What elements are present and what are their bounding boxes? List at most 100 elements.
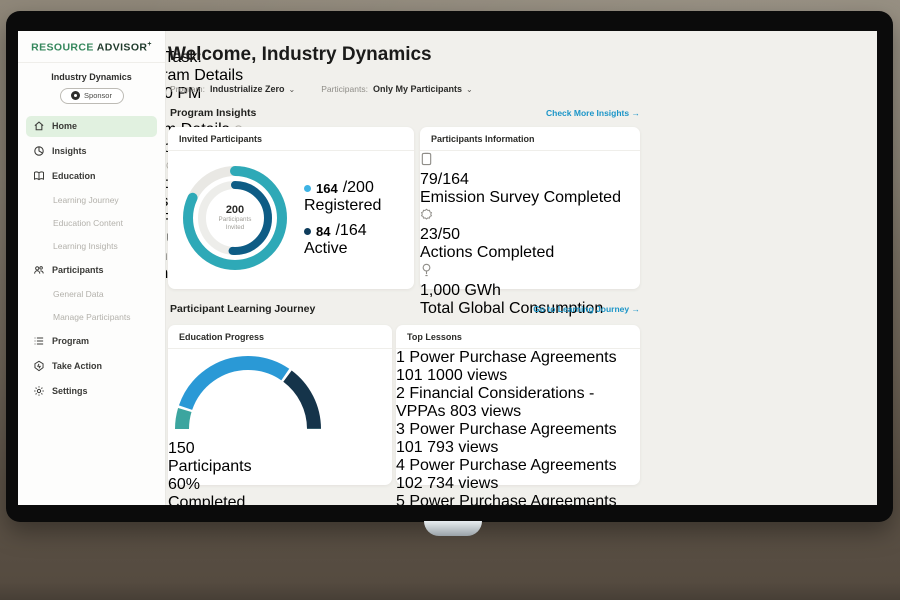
sidebar-item-label: Insights: [52, 146, 87, 156]
card-title: Education Progress: [168, 325, 392, 349]
stat-value: 1,000 GWh: [420, 282, 640, 300]
sidebar-item-education[interactable]: Education: [26, 166, 157, 187]
invited-donut-chart: 200 Participants Invited: [176, 159, 294, 277]
logo-plus: +: [147, 41, 152, 48]
views-suffix: views: [481, 403, 521, 420]
views-suffix: views: [458, 439, 498, 456]
sidebar-item-label: Learning Journey: [53, 195, 119, 205]
organization-name: Industry Dynamics: [18, 72, 165, 82]
sidebar-item-label: Education Content: [53, 218, 123, 228]
take-action-icon: [33, 360, 45, 372]
top-lessons-card: Top Lessons 1 Power Purchase Agreements …: [396, 325, 640, 485]
legend-completed: 60%Completed: [168, 476, 392, 505]
gauge-legend: 60%Completed 30%Pending 10%Not Started: [168, 476, 392, 505]
monitor: RESOURCE ADVISOR+ Industry Dynamics Spon…: [6, 11, 893, 522]
stat-emission-survey: 79/164 Emission Survey Completed: [420, 151, 640, 207]
sidebar-item-label: Education: [52, 171, 96, 181]
participants-label: Participants:: [321, 84, 368, 94]
stat-actions: 23/50 Actions Completed: [420, 207, 640, 262]
program-label: Program:: [170, 84, 205, 94]
sidebar-item-insights[interactable]: Insights: [26, 141, 157, 162]
stat-value: 79/164: [420, 171, 640, 189]
sidebar-item-home[interactable]: Home: [26, 116, 157, 137]
lesson-row: 1 Power Purchase Agreements 101 1000 vie…: [396, 349, 640, 385]
sidebar-item-participants[interactable]: Participants: [26, 260, 157, 281]
sidebar: RESOURCE ADVISOR+ Industry Dynamics Spon…: [18, 31, 166, 505]
monitor-stand: [424, 521, 482, 536]
registered-value: 164: [316, 181, 338, 196]
legend-registered: 164/200 Registered: [304, 179, 381, 215]
sidebar-item-label: Take Action: [52, 361, 102, 371]
participants-select[interactable]: Participants: Only My Participants ⌄: [321, 79, 473, 97]
link-label: Go to Learning Journey: [533, 304, 629, 314]
go-to-learning-journey-link[interactable]: Go to Learning Journey →: [533, 304, 640, 314]
rank-badge: 5: [396, 493, 405, 505]
lesson-link[interactable]: Power Purchase Agreements 103: [396, 493, 617, 505]
stat-label: Emission Survey Completed: [420, 189, 640, 207]
sidebar-item-education-content[interactable]: Education Content: [26, 214, 157, 233]
logo-secondary: ADVISOR: [97, 42, 148, 54]
views-suffix: views: [467, 367, 507, 384]
views-count: 803: [450, 403, 477, 420]
chevron-down-icon: ⌄: [288, 85, 295, 94]
program-insights-header: Program Insights Check More Insights →: [170, 107, 640, 119]
lesson-row: 3 Power Purchase Agreements 101 793 view…: [396, 421, 640, 457]
learning-journey-header: Participant Learning Journey Go to Learn…: [170, 303, 640, 315]
sidebar-item-program[interactable]: Program: [26, 331, 157, 352]
gauge-svg: [168, 349, 328, 435]
sidebar-item-learning-insights[interactable]: Learning Insights: [26, 237, 157, 256]
sidebar-item-manage-participants[interactable]: Manage Participants: [26, 308, 157, 327]
actions-icon: [420, 207, 433, 221]
logo-primary: RESOURCE: [31, 42, 94, 54]
app-logo: RESOURCE ADVISOR+: [18, 31, 165, 63]
education-progress-card: Education Progress 150 Participants 60%C…: [168, 325, 392, 485]
views-count: 1000: [427, 367, 463, 384]
invited-total: 200: [226, 204, 244, 216]
filters-row: Program:Industrialize Zero⌄ Participants…: [170, 79, 473, 97]
clipboard-icon: [420, 151, 433, 166]
active-dot: [304, 228, 311, 235]
arrow-right-icon: →: [632, 108, 641, 118]
book-icon: [33, 170, 45, 182]
check-more-insights-link[interactable]: Check More Insights →: [546, 108, 640, 118]
rank-badge: 3: [396, 421, 405, 438]
sponsor-icon: [71, 91, 80, 100]
program-select[interactable]: Program: Industrialize Zero⌄: [170, 79, 295, 97]
section-title: Participant Learning Journey: [170, 303, 315, 315]
dashboard-screen: RESOURCE ADVISOR+ Industry Dynamics Spon…: [18, 31, 877, 505]
sponsor-label: Sponsor: [84, 91, 112, 100]
sidebar-item-general-data[interactable]: General Data: [26, 285, 157, 304]
section-title: Program Insights: [170, 107, 256, 119]
views-count: 793: [427, 439, 454, 456]
arrow-right-icon: →: [632, 304, 641, 314]
bulb-icon: [420, 262, 433, 277]
sidebar-item-label: Home: [52, 121, 77, 131]
stat-value: 23/50: [420, 226, 640, 244]
legend-active: 84/164 Active: [304, 222, 367, 258]
gauge-value: 150: [168, 440, 392, 458]
rank-badge: 2: [396, 385, 405, 402]
card-title: Top Lessons: [396, 325, 640, 349]
active-label: Active: [304, 240, 367, 258]
card-title: Invited Participants: [168, 127, 414, 151]
chevron-down-icon: ⌄: [466, 85, 473, 94]
program-value: Industrialize Zero: [210, 84, 285, 94]
insights-icon: [33, 145, 45, 157]
active-total: /164: [335, 222, 366, 240]
gauge-center: 150 Participants: [168, 440, 392, 476]
rank-badge: 1: [396, 349, 405, 366]
lesson-row: 5 Power Purchase Agreements 103 600 view…: [396, 493, 640, 505]
sidebar-item-label: Manage Participants: [53, 312, 131, 322]
lesson-row: 4 Power Purchase Agreements 102 734 view…: [396, 457, 640, 493]
list-icon: [33, 335, 45, 347]
completed-pct: 60%: [168, 476, 392, 494]
sidebar-item-label: Learning Insights: [53, 241, 118, 251]
sidebar-item-take-action[interactable]: Take Action: [26, 356, 157, 377]
sidebar-item-learning-journey[interactable]: Learning Journey: [26, 191, 157, 210]
sidebar-item-settings[interactable]: Settings: [26, 381, 157, 402]
participants-value: Only My Participants: [373, 84, 462, 94]
registered-dot: [304, 185, 311, 192]
sidebar-item-label: Participants: [52, 265, 104, 275]
donut-center: 200 Participants Invited: [176, 159, 294, 277]
page-title: Welcome, Industry Dynamics: [168, 44, 432, 66]
